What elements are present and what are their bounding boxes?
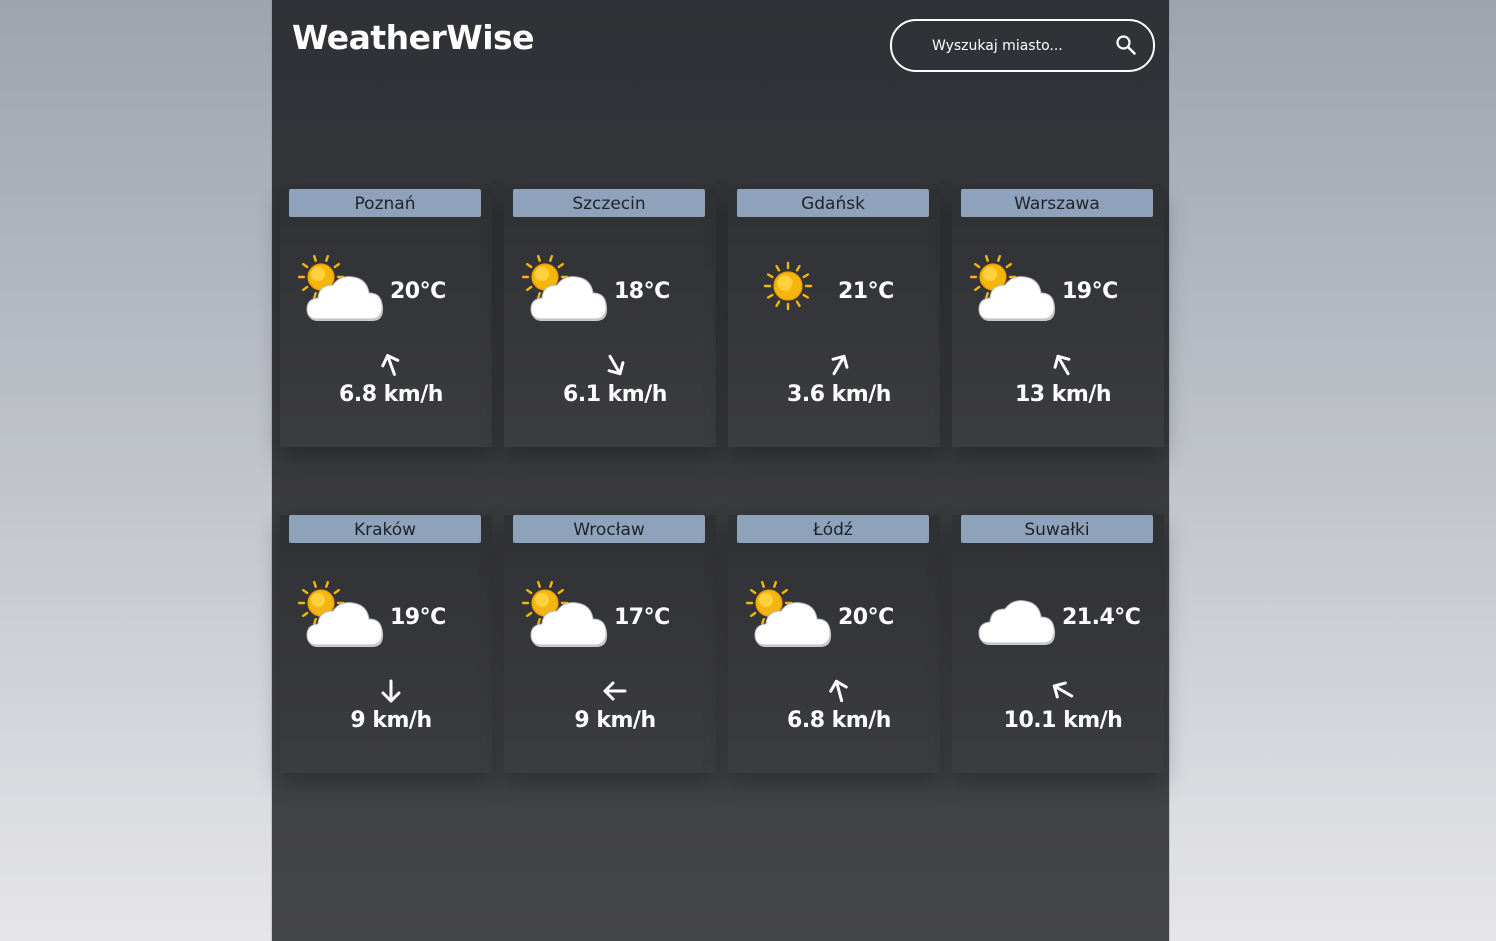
partly-cloudy-icon xyxy=(745,580,832,647)
wind-speed: 13 km/h xyxy=(1014,382,1112,407)
partly-cloudy-icon xyxy=(969,254,1056,321)
wind-direction-arrow-icon xyxy=(831,354,849,376)
wind-direction-arrow-icon xyxy=(381,354,400,376)
city-card[interactable]: Gdańsk 21°C 3.6 km/h xyxy=(728,189,940,447)
wind-speed: 6.8 km/h xyxy=(339,382,443,407)
partly-cloudy-icon xyxy=(297,580,384,647)
wind-direction-arrow-icon xyxy=(829,679,848,703)
temperature: 19°C xyxy=(390,605,446,630)
app-title: WeatherWise xyxy=(292,18,535,57)
temperature: 17°C xyxy=(614,605,670,630)
partly-cloudy-icon xyxy=(521,254,608,321)
city-card[interactable]: Suwałki 21.4°C 10.1 km/h xyxy=(952,515,1164,773)
city-name: Wrocław xyxy=(513,515,705,543)
city-name: Suwałki xyxy=(961,515,1153,543)
city-name: Łódź xyxy=(737,515,929,543)
wind-direction-arrow-icon xyxy=(1052,681,1074,699)
partly-cloudy-icon xyxy=(521,580,608,647)
wind-speed: 6.8 km/h xyxy=(787,708,891,733)
search-input[interactable] xyxy=(914,21,1122,70)
wind-speed: 9 km/h xyxy=(350,708,432,733)
city-name: Szczecin xyxy=(513,189,705,217)
temperature: 20°C xyxy=(390,279,446,304)
city-name: Poznań xyxy=(289,189,481,217)
city-card[interactable]: Kraków 19°C 9 km/h xyxy=(280,515,492,773)
city-name: Gdańsk xyxy=(737,189,929,217)
city-name: Warszawa xyxy=(961,189,1153,217)
cloudy-icon xyxy=(978,600,1056,645)
temperature: 20°C xyxy=(838,605,894,630)
search-box[interactable] xyxy=(890,19,1155,72)
search-icon[interactable] xyxy=(1115,34,1137,56)
city-card[interactable]: Warszawa 19°C 13 km/h xyxy=(952,189,1164,447)
temperature: 18°C xyxy=(614,279,670,304)
city-card[interactable]: Wrocław 17°C 9 km/h xyxy=(504,515,716,773)
partly-cloudy-icon xyxy=(297,254,384,321)
wind-direction-arrow-icon xyxy=(607,354,625,376)
temperature: 19°C xyxy=(1062,279,1118,304)
city-card[interactable]: Poznań 20°C 6.8 km/h xyxy=(280,189,492,447)
wind-direction-arrow-icon xyxy=(603,681,627,701)
temperature: 21°C xyxy=(838,279,894,304)
wind-speed: 6.1 km/h xyxy=(563,382,667,407)
wind-speed: 3.6 km/h xyxy=(787,382,891,407)
app-panel: WeatherWise Poznań 20°C 6.8 km/h Szczeci… xyxy=(272,0,1169,941)
wind-direction-arrow-icon xyxy=(381,679,401,703)
city-card[interactable]: Łódź 20°C 6.8 km/h xyxy=(728,515,940,773)
wind-direction-arrow-icon xyxy=(1053,354,1071,376)
temperature: 21.4°C xyxy=(1062,605,1141,630)
sunny-icon xyxy=(763,261,813,311)
city-card[interactable]: Szczecin 18°C 6.1 km/h xyxy=(504,189,716,447)
wind-speed: 9 km/h xyxy=(574,708,656,733)
city-name: Kraków xyxy=(289,515,481,543)
wind-speed: 10.1 km/h xyxy=(1003,708,1123,733)
